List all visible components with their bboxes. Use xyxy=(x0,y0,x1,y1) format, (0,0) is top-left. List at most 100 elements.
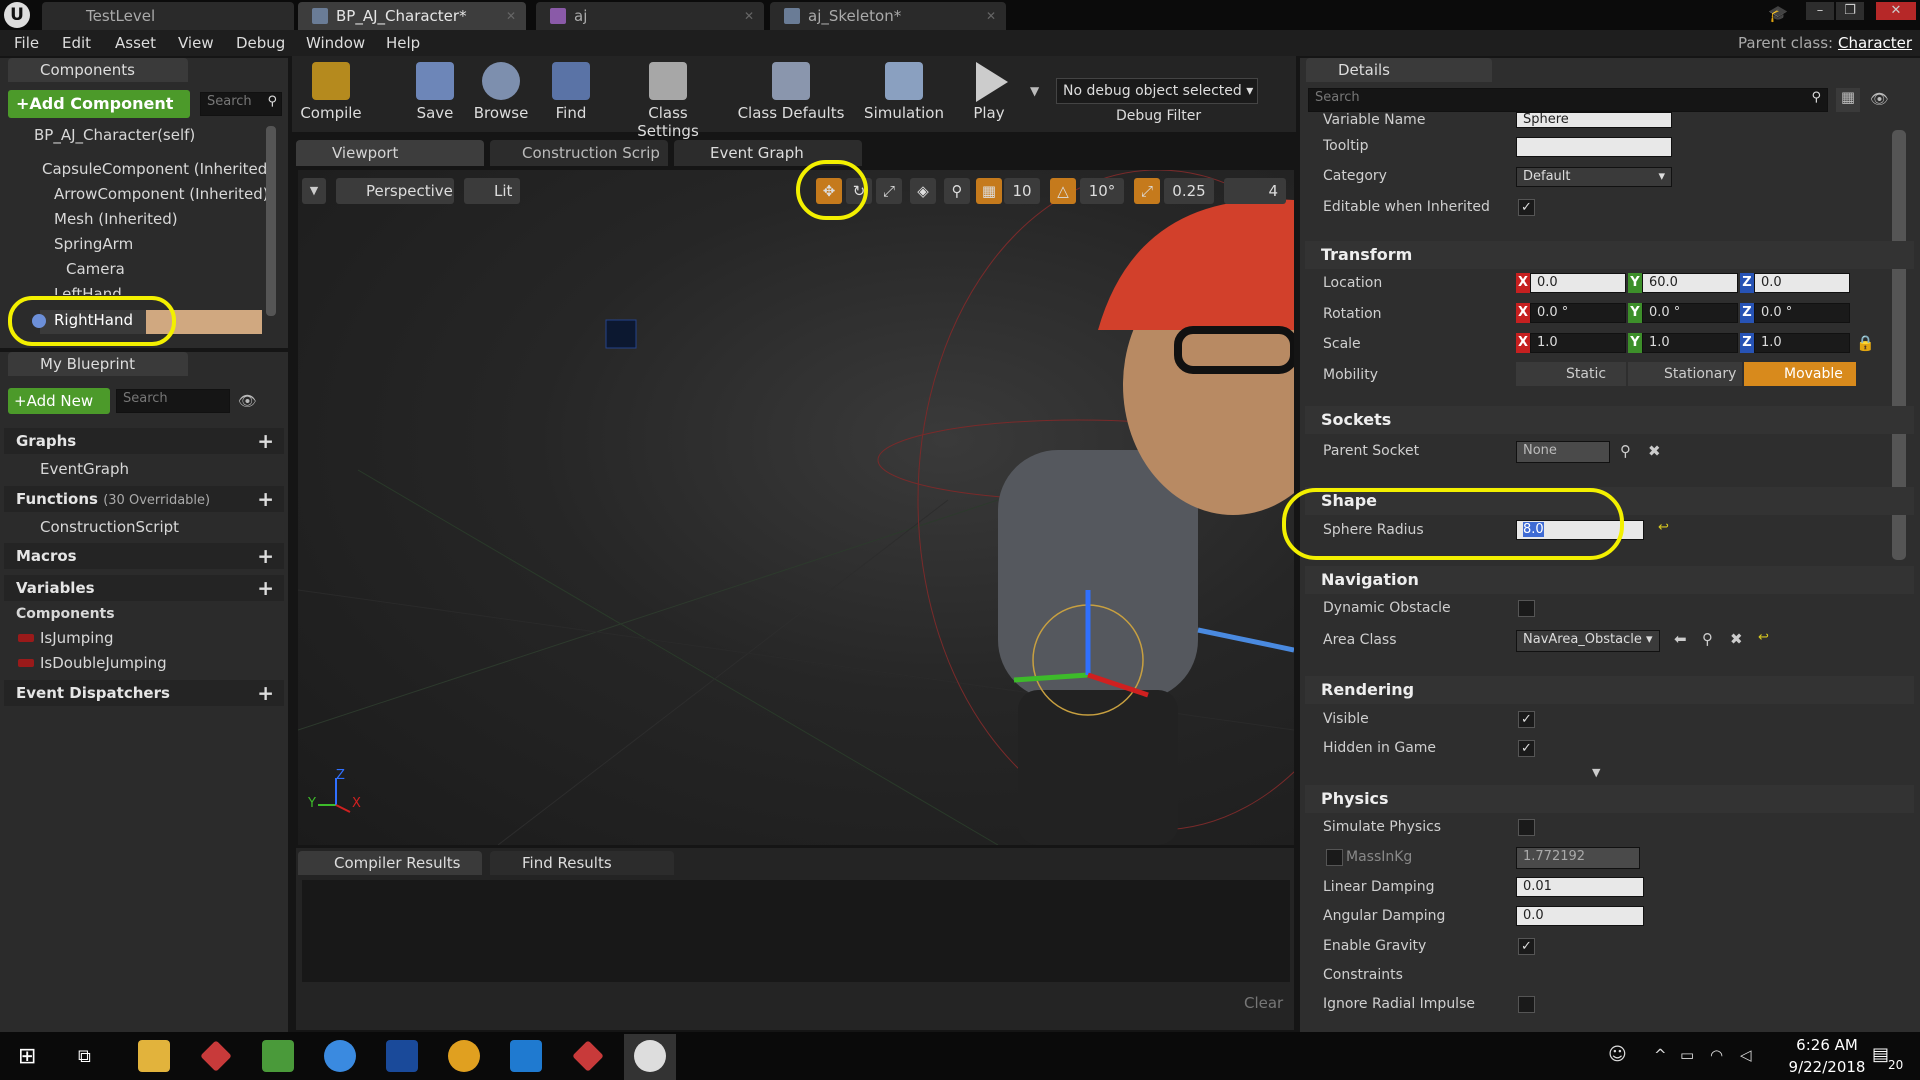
blueprint-search-input[interactable]: Search xyxy=(116,389,230,413)
details-search-input[interactable]: Search ⚲ xyxy=(1308,88,1828,112)
find-button[interactable]: Find xyxy=(536,58,606,130)
tab-compiler-results[interactable]: Compiler Results xyxy=(298,851,482,875)
components-search-input[interactable]: Search ⚲ xyxy=(200,92,282,116)
class-settings-button[interactable]: Class Settings xyxy=(618,58,718,140)
area-class-dropdown[interactable]: NavArea_Obstacle ▾ xyxy=(1516,630,1660,652)
angular-damping-input[interactable]: 0.0 xyxy=(1516,906,1644,926)
variables-section[interactable]: Variables + xyxy=(4,575,284,601)
clock-time[interactable]: 6:26 AM xyxy=(1782,1036,1872,1054)
variable-is-jumping[interactable]: IsJumping xyxy=(40,629,114,647)
rotation-x-input[interactable]: 0.0 ° xyxy=(1530,303,1626,323)
compile-button[interactable]: Compile xyxy=(296,58,366,130)
location-x-input[interactable]: 0.0 xyxy=(1530,273,1626,293)
close-window-button[interactable]: ✕ xyxy=(1876,2,1916,20)
event-graph-item[interactable]: EventGraph xyxy=(40,460,129,478)
simulate-physics-checkbox[interactable] xyxy=(1518,819,1535,836)
eye-icon[interactable]: 👁 xyxy=(238,392,257,410)
unreal-engine-icon[interactable] xyxy=(634,1040,666,1072)
notification-icon[interactable]: ▤ xyxy=(1872,1044,1889,1065)
close-icon[interactable]: ✕ xyxy=(506,2,516,30)
file-explorer-icon[interactable] xyxy=(138,1040,170,1072)
component-capsule[interactable]: CapsuleComponent (Inherited) xyxy=(42,160,273,178)
menu-edit[interactable]: Edit xyxy=(62,30,91,56)
rotation-y-input[interactable]: 0.0 ° xyxy=(1642,303,1738,323)
scale-y-input[interactable]: 1.0 xyxy=(1642,333,1738,353)
details-tab[interactable]: Details xyxy=(1306,58,1492,82)
scrollbar[interactable] xyxy=(266,126,276,316)
navigation-section[interactable]: Navigation xyxy=(1305,566,1914,594)
play-options-dropdown[interactable]: ▼ xyxy=(1030,84,1039,98)
use-selected-icon[interactable]: ⬅ xyxy=(1674,630,1687,648)
mass-input[interactable]: 1.772192 xyxy=(1516,847,1640,869)
menu-asset[interactable]: Asset xyxy=(115,30,156,56)
mobility-stationary-button[interactable]: Stationary xyxy=(1628,362,1742,386)
transform-section[interactable]: Transform xyxy=(1305,241,1914,269)
save-button[interactable]: Save xyxy=(400,58,470,130)
amazon-music-icon[interactable] xyxy=(386,1040,418,1072)
construction-script-item[interactable]: ConstructionScript xyxy=(40,518,179,536)
viewport-canvas[interactable] xyxy=(298,170,1294,845)
menu-help[interactable]: Help xyxy=(386,30,420,56)
chrome-icon[interactable] xyxy=(448,1040,480,1072)
add-new-button[interactable]: +Add New xyxy=(8,388,110,414)
parent-class-link[interactable]: Character xyxy=(1838,30,1912,56)
chevron-up-icon[interactable]: ^ xyxy=(1654,1046,1667,1064)
add-component-button[interactable]: +Add Component xyxy=(8,90,190,118)
grid-snap-value[interactable]: 10 xyxy=(1004,178,1040,204)
minimize-button[interactable]: – xyxy=(1806,2,1834,20)
viewport-options-dropdown[interactable]: ▼ xyxy=(302,178,326,204)
maximize-button[interactable]: ❐ xyxy=(1836,2,1864,20)
tab-find-results[interactable]: Find Results xyxy=(490,851,674,875)
clear-button[interactable]: Clear xyxy=(1244,994,1283,1012)
scale-z-input[interactable]: 1.0 xyxy=(1754,333,1850,353)
variable-is-double-jumping[interactable]: IsDoubleJumping xyxy=(40,654,167,672)
close-icon[interactable]: ✕ xyxy=(986,2,996,30)
variable-name-input[interactable]: Sphere xyxy=(1516,112,1672,128)
reset-icon[interactable]: ↩ xyxy=(1658,520,1669,535)
eye-icon[interactable]: 👁 xyxy=(1870,90,1889,108)
add-icon[interactable]: + xyxy=(257,680,274,706)
component-self[interactable]: BP_AJ_Character(self) xyxy=(34,126,195,144)
component-arrow[interactable]: ArrowComponent (Inherited) xyxy=(54,185,269,203)
component-camera[interactable]: Camera xyxy=(66,260,125,278)
ignore-radial-impulse-checkbox[interactable] xyxy=(1518,996,1535,1013)
search-icon[interactable]: ⚲ xyxy=(1702,630,1713,648)
category-dropdown[interactable]: Default ▾ xyxy=(1516,167,1672,187)
physics-section[interactable]: Physics xyxy=(1305,785,1914,813)
scale-tool-icon[interactable]: ⤢ xyxy=(876,178,902,204)
lock-icon[interactable]: 🔒 xyxy=(1856,334,1875,352)
scale-snap-icon[interactable]: ⤢ xyxy=(1134,178,1160,204)
volume-icon[interactable]: ◁ xyxy=(1740,1046,1752,1064)
search-icon[interactable]: ⚲ xyxy=(1620,442,1631,460)
menu-view[interactable]: View xyxy=(178,30,214,56)
clock-date[interactable]: 9/22/2018 xyxy=(1782,1058,1872,1076)
mobility-static-button[interactable]: Static xyxy=(1516,362,1626,386)
parent-socket-value[interactable]: None xyxy=(1516,441,1610,463)
camera-speed-value[interactable]: 4 xyxy=(1224,178,1286,204)
event-dispatchers-section[interactable]: Event Dispatchers + xyxy=(4,680,284,706)
editable-inherited-checkbox[interactable]: ✓ xyxy=(1518,199,1535,216)
rotation-z-input[interactable]: 0.0 ° xyxy=(1754,303,1850,323)
graduation-cap-icon[interactable]: 🎓 xyxy=(1768,4,1790,24)
tab-construction-script[interactable]: Construction Scrip xyxy=(490,140,668,166)
enable-gravity-checkbox[interactable]: ✓ xyxy=(1518,938,1535,955)
reset-icon[interactable]: ↩ xyxy=(1758,630,1769,645)
location-y-input[interactable]: 60.0 xyxy=(1642,273,1738,293)
component-mesh[interactable]: Mesh (Inherited) xyxy=(54,210,178,228)
grid-snap-icon[interactable]: ▦ xyxy=(976,178,1002,204)
task-view-icon[interactable]: ⧉ xyxy=(78,1046,91,1067)
grid-view-icon[interactable]: ▦ xyxy=(1836,88,1860,112)
hidden-in-game-checkbox[interactable]: ✓ xyxy=(1518,740,1535,757)
rendering-section[interactable]: Rendering xyxy=(1305,676,1914,704)
tab-bp-aj-character[interactable]: BP_AJ_Character* ✕ xyxy=(298,2,526,30)
wifi-icon[interactable]: ◠ xyxy=(1710,1046,1723,1064)
world-local-icon[interactable]: ◈ xyxy=(910,178,936,204)
simulation-button[interactable]: Simulation xyxy=(862,58,946,130)
add-icon[interactable]: + xyxy=(257,575,274,601)
expand-advanced-icon[interactable]: ▼ xyxy=(1592,766,1600,779)
thunderbird-icon[interactable] xyxy=(324,1040,356,1072)
functions-section[interactable]: Functions (30 Overridable) + xyxy=(4,486,284,512)
my-blueprint-tab[interactable]: My Blueprint xyxy=(8,352,188,376)
components-tab[interactable]: Components xyxy=(8,58,188,82)
close-icon[interactable]: ✕ xyxy=(744,2,754,30)
